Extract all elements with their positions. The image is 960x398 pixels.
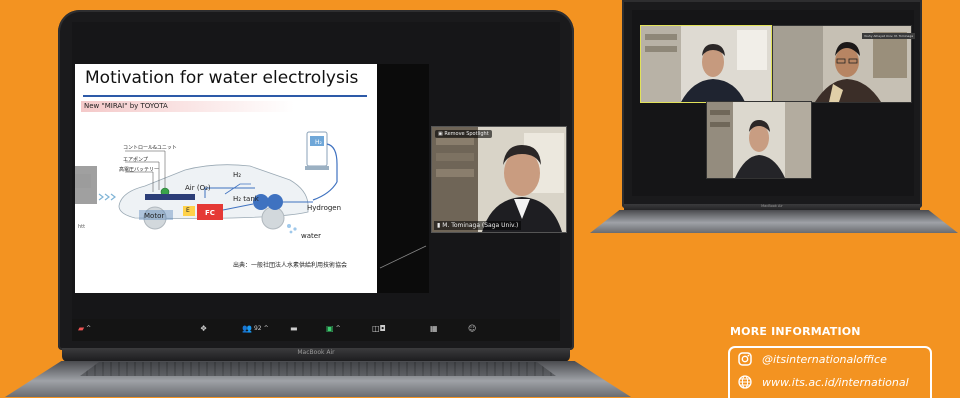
label-h2: H₂ (233, 171, 242, 179)
gallery-tile-1-image (641, 26, 771, 102)
share-screen-button[interactable]: ▣ ^ (326, 324, 341, 333)
label-water: water (301, 232, 321, 240)
shield-icon: ❖ (200, 324, 208, 333)
gallery-tile-1[interactable] (640, 25, 772, 103)
record-icon: ◫◘ (372, 324, 386, 333)
label-hydrogen: Hydrogen (307, 204, 342, 212)
label-e: E (186, 207, 190, 214)
info-box: @itsinternationaloffice www.its.ac.id/in… (728, 346, 932, 398)
laptop-large-hinge: MacBook Air (62, 348, 570, 362)
apps-grid-icon: ▦ (430, 324, 438, 333)
cursor-line (379, 245, 427, 269)
instagram-link[interactable]: @itsinternationaloffice (738, 352, 887, 366)
gallery-tile-2-name: Yoshy Alhayat Univ. M. Tominaga (862, 33, 916, 39)
participants-button[interactable]: 👥 92 ^ (242, 324, 269, 333)
apps-button[interactable]: ▦ (430, 324, 438, 333)
laptop-small-model-label: MacBook Air (761, 204, 783, 208)
gallery-tile-3-image (707, 102, 811, 178)
video-caret: ^ (86, 325, 92, 332)
label-air: Air (O₂) (185, 184, 211, 192)
gallery-tile-3[interactable] (706, 101, 812, 179)
label-air-pump: エアポンプ (123, 157, 148, 163)
video-off-icon: ▰ (78, 324, 85, 333)
laptop-large-keyboard (80, 362, 556, 376)
video-toggle-button[interactable]: ▰ ^ (78, 324, 91, 333)
label-fc: FC (205, 209, 215, 217)
security-button[interactable]: ❖ (200, 324, 207, 333)
record-button[interactable]: ◫◘ (372, 324, 386, 333)
share-screen-icon: ▣ (326, 324, 334, 333)
participant-video-tile[interactable]: ▣ Remove Spotlight ▮ M. Tominaga (Saga U… (431, 126, 567, 233)
label-control-unit: コントロール&ユニット (123, 145, 177, 151)
chat-icon: ▬ (290, 324, 298, 333)
reactions-icon: ☺ (468, 324, 477, 333)
laptop-small-base (590, 210, 958, 233)
slide-edge-text: htt (78, 224, 86, 230)
slide-title-rule (83, 95, 367, 97)
reactions-button[interactable]: ☺ (468, 324, 476, 333)
slide-source-note: 出典：一般社団法人水素供給利用技術協会 (233, 262, 348, 269)
share-caret: ^ (335, 325, 341, 332)
slide-title: Motivation for water electrolysis (85, 68, 359, 88)
label-h2-tank: H₂ tank (233, 195, 259, 203)
website-url: www.its.ac.id/international (762, 375, 909, 389)
instagram-icon (738, 352, 752, 366)
meeting-toolbar: ▰ ^ ❖ 👥 92 ^ ▬ ▣ ^ ◫◘ ▦ ☺ (72, 319, 560, 341)
participant-name-label: ▮ M. Tominaga (Saga Univ.) (434, 221, 522, 230)
globe-icon (738, 375, 752, 389)
instagram-handle: @itsinternationaloffice (762, 352, 887, 366)
fuel-cell-car-diagram (75, 131, 338, 234)
participants-icon: 👥 (242, 324, 252, 333)
participants-caret: ^ (263, 325, 269, 332)
laptop-large-model-label: MacBook Air (297, 349, 335, 356)
label-battery: 高電圧バッテリー (119, 167, 160, 173)
shared-slide: Motivation for water electrolysis New "M… (75, 64, 377, 293)
chat-button[interactable]: ▬ (290, 324, 298, 333)
participant-video-image (432, 127, 566, 232)
info-title: MORE INFORMATION (730, 325, 861, 338)
website-link[interactable]: www.its.ac.id/international (738, 375, 909, 389)
label-motor: Motor (144, 212, 165, 220)
slide-subtitle: New "MIRAI" by TOYOTA (81, 101, 294, 112)
participants-count: 92 (253, 325, 262, 332)
label-station-h2: H₂ (315, 139, 322, 146)
remove-spotlight-button[interactable]: ▣ Remove Spotlight (435, 130, 492, 138)
